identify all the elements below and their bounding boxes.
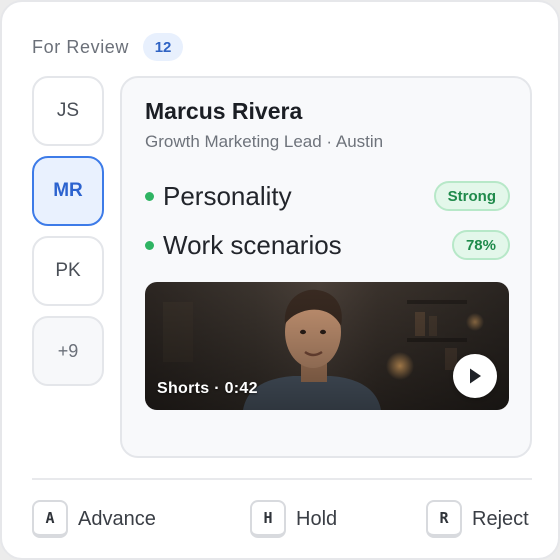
- play-icon: [470, 368, 481, 384]
- review-panel: For Review 12 JS MR PK +9 Marcus Rivera …: [0, 0, 560, 560]
- candidate-avatar-list: JS MR PK +9: [32, 76, 104, 396]
- keycap-a: A: [32, 500, 68, 538]
- candidate-card: Marcus Rivera Growth Marketing Lead · Au…: [120, 76, 532, 458]
- review-count-badge: 12: [143, 33, 184, 61]
- hold-button[interactable]: H Hold: [250, 500, 337, 538]
- panel-header: For Review 12: [32, 32, 184, 62]
- advance-button[interactable]: A Advance: [32, 500, 156, 538]
- keycap-r: R: [426, 500, 462, 538]
- reject-label: Reject: [472, 507, 529, 530]
- video-caption: Shorts · 0:42: [157, 380, 258, 397]
- play-button[interactable]: [453, 354, 497, 398]
- trait-result-badge: 78%: [451, 230, 510, 260]
- status-dot-icon: [145, 240, 154, 250]
- candidate-name: Marcus Rivera: [145, 98, 303, 124]
- header-title: For Review: [32, 36, 130, 57]
- avatar-mr-selected[interactable]: MR: [32, 156, 104, 226]
- hold-label: Hold: [296, 507, 338, 530]
- status-dot-icon: [145, 191, 154, 201]
- footer-divider: [32, 478, 532, 480]
- avatar-js[interactable]: JS: [32, 76, 104, 146]
- trait-row-work-scenarios: Work scenarios 78%: [145, 227, 510, 263]
- avatar-pk[interactable]: PK: [32, 236, 104, 306]
- avatar-more[interactable]: +9: [32, 316, 104, 386]
- candidate-subtitle: Growth Marketing Lead · Austin: [145, 132, 384, 151]
- trait-label: Work scenarios: [163, 229, 342, 260]
- trait-result-badge: Strong: [433, 181, 510, 211]
- video-preview[interactable]: Shorts · 0:42: [145, 282, 509, 410]
- trait-label: Personality: [163, 180, 292, 211]
- keycap-h: H: [250, 500, 286, 538]
- reject-button[interactable]: R Reject: [426, 500, 529, 538]
- advance-label: Advance: [78, 507, 156, 530]
- trait-row-personality: Personality Strong: [145, 178, 510, 214]
